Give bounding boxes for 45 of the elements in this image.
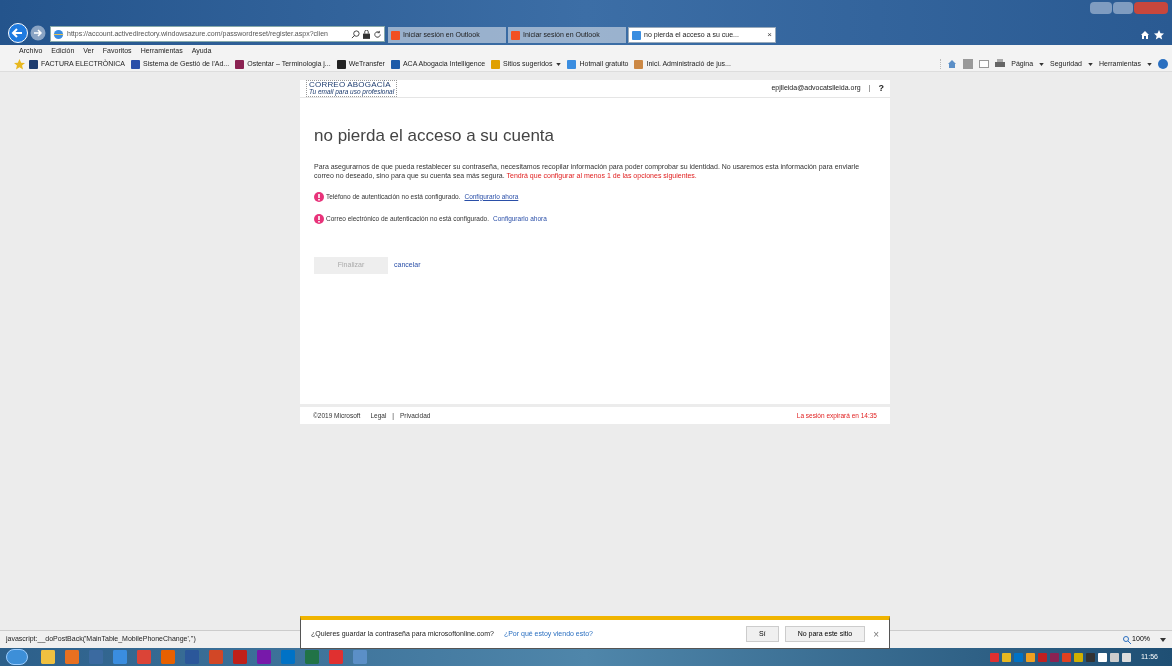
- printer-icon[interactable]: [995, 59, 1006, 69]
- alert-icon: [314, 213, 324, 224]
- alert-icon: [314, 191, 324, 202]
- taskbar-app-icon: [208, 650, 224, 664]
- caret-icon[interactable]: [1147, 62, 1152, 66]
- star-icon[interactable]: [1154, 30, 1164, 40]
- globe-icon: [53, 28, 64, 40]
- bookmark-icon: [235, 59, 245, 69]
- taskbar-app-icon: [352, 650, 368, 664]
- caret-icon[interactable]: [1088, 62, 1093, 66]
- taskbar-app-icon: [304, 650, 320, 664]
- back-icon[interactable]: [8, 23, 28, 43]
- bookmark-icon: [567, 59, 577, 69]
- bookmark-icon: [390, 59, 400, 69]
- bookmark-icon: [29, 59, 38, 69]
- search-icon[interactable]: [351, 29, 360, 39]
- bookmark-icon: [634, 59, 644, 69]
- bookmark-icon: [336, 59, 346, 69]
- start-button[interactable]: [6, 649, 28, 665]
- favorites-star-icon[interactable]: [14, 58, 25, 70]
- help-link[interactable]: ?: [878, 81, 884, 96]
- taskbar-app-icon: [232, 650, 248, 664]
- caret-icon[interactable]: [1160, 637, 1166, 642]
- close-button[interactable]: ×: [873, 626, 879, 642]
- taskbar-app-icon: [112, 650, 128, 664]
- taskbar-app-icon: [328, 650, 344, 664]
- taskbar-app-icon: [40, 650, 56, 664]
- caret-icon[interactable]: [1039, 62, 1045, 66]
- taskbar-app-icon: [160, 650, 176, 664]
- lock-icon: [363, 29, 370, 39]
- taskbar-app-icon: [64, 650, 80, 664]
- bookmark-icon: [491, 59, 501, 69]
- tab-close-button[interactable]: ×: [767, 29, 772, 41]
- bookmark-icon: [131, 59, 140, 69]
- caret-icon[interactable]: [556, 62, 562, 66]
- page-heading: no pierda el acceso a su cuenta: [314, 125, 556, 147]
- zoom-icon[interactable]: [1123, 635, 1132, 644]
- taskbar-app-icon: [136, 650, 152, 664]
- home-icon[interactable]: [947, 59, 958, 69]
- mail-icon[interactable]: [979, 60, 990, 68]
- taskbar-app-icon: [256, 650, 272, 664]
- refresh-icon[interactable]: [373, 29, 382, 39]
- forward-icon[interactable]: [30, 25, 46, 41]
- home-icon[interactable]: [1140, 30, 1150, 40]
- taskbar-app-icon: [280, 650, 296, 664]
